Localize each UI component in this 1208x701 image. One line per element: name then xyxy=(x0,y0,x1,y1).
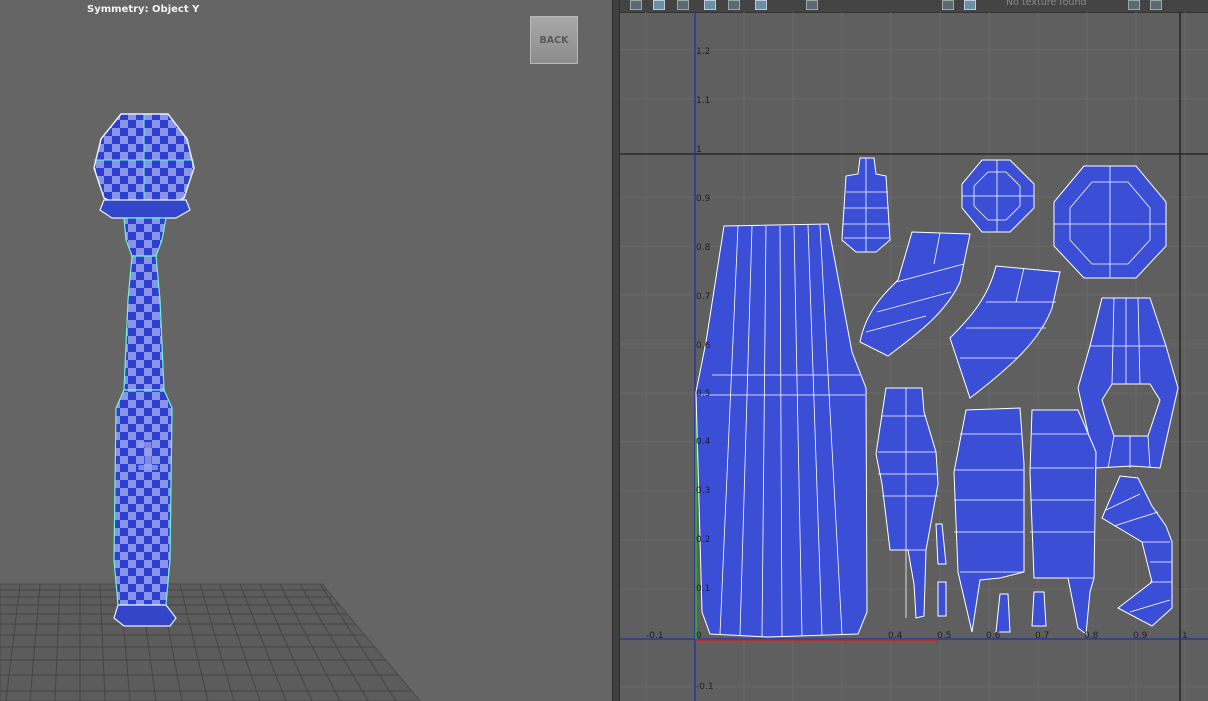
uv-shell-handle-left[interactable] xyxy=(875,387,939,619)
v-label: 0.4 xyxy=(696,437,711,447)
uv-image-icon[interactable] xyxy=(942,0,954,10)
v-label: -0.1 xyxy=(696,682,714,692)
u-label: 0.8 xyxy=(1084,631,1099,641)
u-label: 0.4 xyxy=(888,631,903,641)
uv-editor-panel[interactable]: No texture found 1.2 1.1 1 0.9 0.8 0.7 0… xyxy=(620,0,1208,701)
v-label: 0.9 xyxy=(696,194,711,204)
u-label: 0 xyxy=(696,631,702,641)
svg-text:1: 1 xyxy=(134,435,160,479)
uv-snapshot-icon[interactable] xyxy=(728,0,740,10)
uv-shaded-icon[interactable] xyxy=(755,0,767,10)
texture-status: No texture found xyxy=(1006,0,1087,8)
v-label: 0.8 xyxy=(696,243,711,253)
v-label: 0.2 xyxy=(696,535,710,545)
panel-splitter[interactable] xyxy=(612,0,620,701)
uv-dim-image-icon[interactable] xyxy=(964,0,976,10)
v-label: 0.7 xyxy=(696,292,710,302)
uv-refresh-icon[interactable] xyxy=(1128,0,1140,10)
u-label: 0.5 xyxy=(937,631,951,641)
uv-shell-shaft[interactable] xyxy=(695,223,868,638)
u-label: 0.6 xyxy=(986,631,1001,641)
back-button[interactable]: BACK xyxy=(530,16,578,64)
u-label: 0.9 xyxy=(1133,631,1148,641)
symmetry-label: Symmetry: Object Y xyxy=(87,4,200,15)
ground-grid xyxy=(0,583,421,701)
v-label: 1.2 xyxy=(696,47,710,57)
uv-canvas[interactable]: 1.2 1.1 1 0.9 0.8 0.7 0.6 0.5 0.4 0.3 0.… xyxy=(620,12,1208,701)
uv-shell-bend-bottom[interactable] xyxy=(1101,475,1173,627)
uv-checker-icon[interactable] xyxy=(677,0,689,10)
uv-frame-icon[interactable] xyxy=(704,0,716,10)
uv-shells[interactable] xyxy=(695,157,1179,638)
u-label: -0.1 xyxy=(646,631,664,641)
mesh-model[interactable]: 1 xyxy=(93,113,195,627)
u-label: 0.7 xyxy=(1035,631,1049,641)
viewport-3d[interactable]: 1 Symmetry: Object Y BACK xyxy=(0,0,612,701)
uv-shell-bend-right[interactable] xyxy=(949,265,1061,399)
v-label: 1.1 xyxy=(696,96,710,106)
uv-camera-icon[interactable] xyxy=(806,0,818,10)
v-label: 0.5 xyxy=(696,389,710,399)
uv-settings-icon[interactable] xyxy=(1150,0,1162,10)
v-label: 0.6 xyxy=(696,341,711,351)
uv-shell-ring[interactable] xyxy=(1077,297,1179,469)
v-label: 0.1 xyxy=(696,584,710,594)
uv-grid-icon[interactable] xyxy=(630,0,642,10)
uv-shell-cap[interactable] xyxy=(841,157,891,253)
v-label: 0.3 xyxy=(696,486,710,496)
uv-shell-select-icon[interactable] xyxy=(653,0,665,10)
uv-shell-octagon-large[interactable] xyxy=(1053,165,1167,279)
viewport-scene: 1 xyxy=(0,113,421,701)
uv-shell-octagon-small[interactable] xyxy=(961,159,1035,233)
v-label: 1 xyxy=(696,145,702,155)
u-label: 1 xyxy=(1182,631,1188,641)
